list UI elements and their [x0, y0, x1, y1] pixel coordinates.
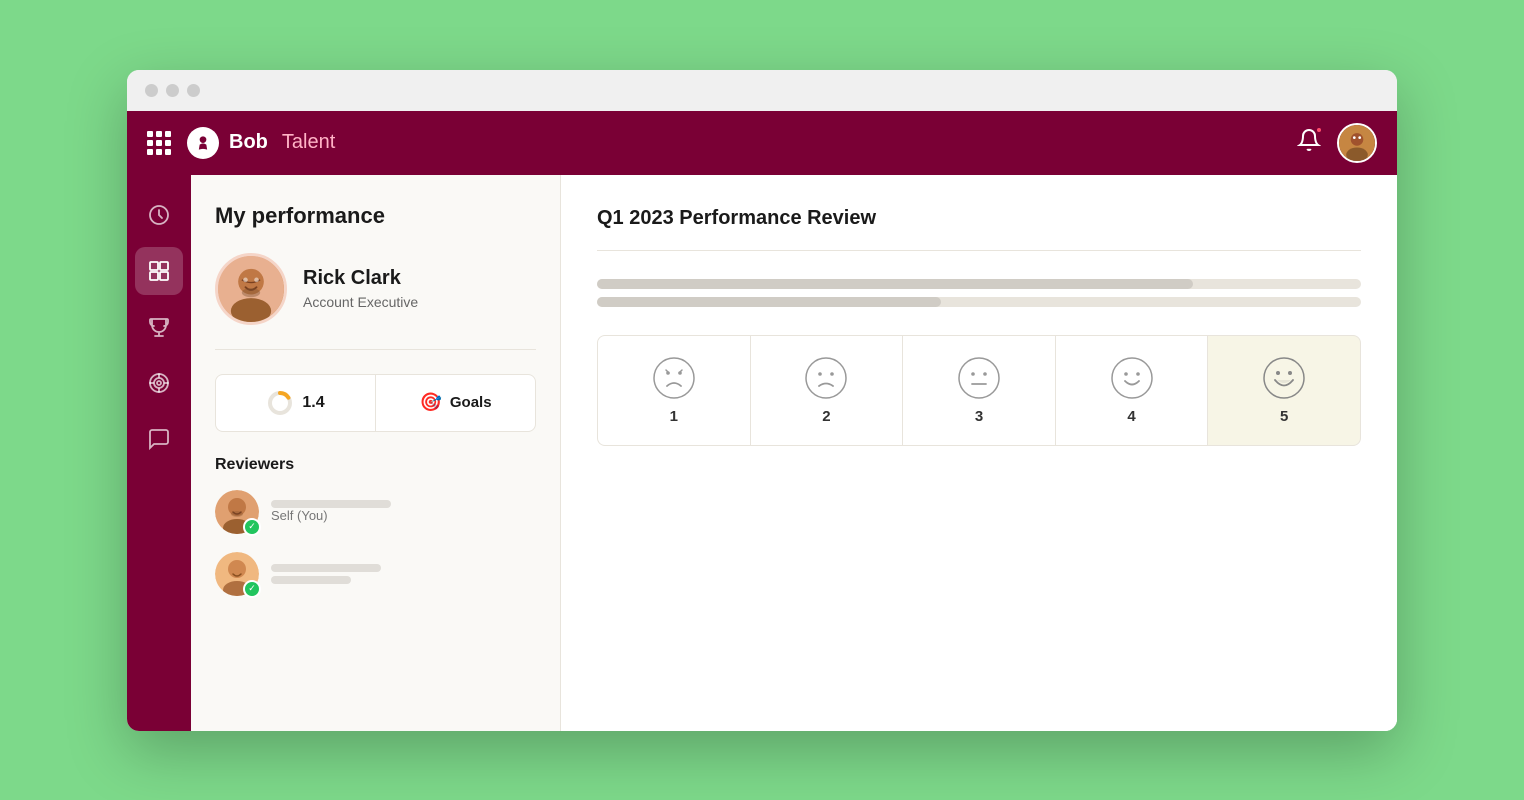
rating-cell-3[interactable]: 3 — [902, 335, 1055, 446]
profile-role: Account Executive — [303, 294, 418, 310]
sidebar-item-targets[interactable] — [135, 359, 183, 407]
sidebar-item-messages[interactable] — [135, 415, 183, 463]
progress-fill-2 — [597, 297, 941, 307]
review-title: Q1 2023 Performance Review — [597, 207, 1361, 230]
rating-label-2: 2 — [822, 408, 830, 425]
browser-dot-3 — [187, 84, 200, 97]
rating-label-3: 3 — [975, 408, 983, 425]
nav-right — [1297, 123, 1377, 163]
progress-fill-1 — [597, 279, 1193, 289]
sidebar-item-tasks[interactable] — [135, 247, 183, 295]
score-goals-row: 1.4 🎯 Goals — [215, 374, 536, 432]
profile-section: Rick Clark Account Executive — [215, 253, 536, 350]
notification-dot — [1315, 126, 1323, 134]
score-tab[interactable]: 1.4 — [215, 374, 375, 432]
rating-label-5: 5 — [1280, 408, 1288, 425]
rating-cell-5[interactable]: 5 — [1207, 335, 1361, 446]
page-title: My performance — [215, 203, 536, 229]
rating-cell-4[interactable]: 4 — [1055, 335, 1208, 446]
profile-avatar — [215, 253, 287, 325]
rating-row: 1 2 — [597, 335, 1361, 446]
avatar-image — [1339, 125, 1375, 161]
nav-menu-button[interactable] — [147, 131, 171, 155]
brand-subtitle: Talent — [282, 131, 335, 154]
progress-bars — [597, 279, 1361, 307]
goals-label: Goals — [450, 394, 492, 411]
browser-window: Bob Talent — [127, 70, 1397, 731]
review-divider — [597, 250, 1361, 251]
score-value: 1.4 — [302, 394, 324, 412]
rating-label-1: 1 — [670, 408, 678, 425]
nav-brand: Bob Talent — [187, 127, 1297, 159]
reviewer-check-2: ✓ — [243, 580, 261, 598]
reviewer-avatar-2: ✓ — [215, 552, 259, 596]
sidebar-item-performance[interactable] — [135, 191, 183, 239]
reviewer-item-self: ✓ Self (You) — [215, 490, 536, 534]
left-panel: My performance — [191, 175, 561, 731]
reviewer-info-2 — [271, 564, 536, 584]
reviewer-check-1: ✓ — [243, 518, 261, 536]
profile-name: Rick Clark — [303, 267, 418, 290]
rating-cell-1[interactable]: 1 — [597, 335, 750, 446]
reviewer-label-self: Self (You) — [271, 508, 536, 523]
profile-info: Rick Clark Account Executive — [303, 267, 418, 310]
goals-tab[interactable]: 🎯 Goals — [375, 374, 536, 432]
browser-dot-1 — [145, 84, 158, 97]
reviewers-title: Reviewers — [215, 456, 536, 474]
top-nav: Bob Talent — [127, 111, 1397, 175]
reviewer-bar-2b — [271, 576, 351, 584]
brand-logo — [187, 127, 219, 159]
reviewer-bar-2a — [271, 564, 381, 572]
reviewer-avatar-1: ✓ — [215, 490, 259, 534]
reviewer-bar-1a — [271, 500, 391, 508]
rating-cell-2[interactable]: 2 — [750, 335, 903, 446]
reviewer-info-1: Self (You) — [271, 500, 536, 523]
progress-bar-2 — [597, 297, 1361, 307]
goals-icon: 🎯 — [419, 392, 441, 413]
browser-chrome — [127, 70, 1397, 111]
main-body: My performance — [127, 175, 1397, 731]
brand-name: Bob — [229, 131, 268, 154]
browser-dot-2 — [166, 84, 179, 97]
rating-label-4: 4 — [1127, 408, 1135, 425]
score-donut — [266, 389, 294, 417]
right-panel: Q1 2023 Performance Review — [561, 175, 1397, 731]
sidebar-item-trophy[interactable] — [135, 303, 183, 351]
app-layout: Bob Talent — [127, 111, 1397, 731]
content-area: My performance — [191, 175, 1397, 731]
user-avatar[interactable] — [1337, 123, 1377, 163]
notification-bell[interactable] — [1297, 128, 1321, 158]
progress-bar-1 — [597, 279, 1361, 289]
reviewer-item-2: ✓ — [215, 552, 536, 596]
sidebar — [127, 175, 191, 731]
